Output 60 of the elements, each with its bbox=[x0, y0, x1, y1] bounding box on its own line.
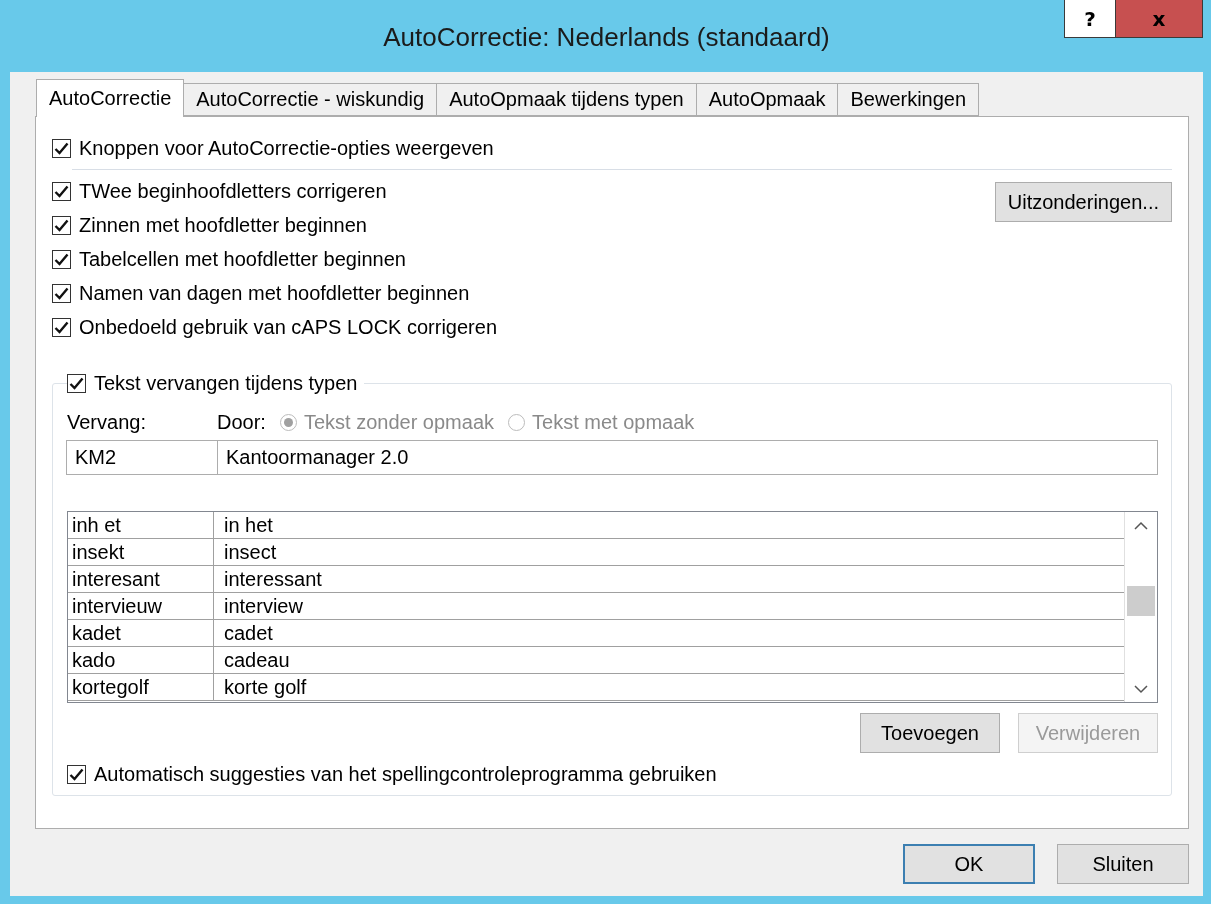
checkmark-icon bbox=[54, 286, 69, 300]
table-cell-text: korte golf bbox=[223, 675, 308, 700]
checkmark-icon bbox=[54, 320, 69, 334]
scroll-down-icon[interactable] bbox=[1134, 684, 1148, 694]
checkbox-label: TWee beginhoofdletters corrigeren bbox=[79, 179, 387, 203]
dialog-button[interactable]: OK bbox=[903, 844, 1035, 884]
checkbox-label: Namen van dagen met hoofdletter beginnen bbox=[79, 281, 470, 305]
table-cell: kortegolf bbox=[68, 674, 214, 700]
radio-label: Tekst met opmaak bbox=[532, 410, 695, 434]
table-cell-text: interview bbox=[223, 594, 304, 619]
help-button[interactable]: ? bbox=[1064, 0, 1116, 38]
table-cell: intervieuw bbox=[68, 593, 214, 619]
scroll-up-icon[interactable] bbox=[1134, 521, 1148, 531]
tab[interactable]: AutoCorrectie bbox=[36, 79, 185, 117]
field-label: Door: bbox=[217, 410, 266, 434]
tab[interactable]: AutoOpmaak bbox=[695, 83, 839, 116]
window-title: AutoCorrectie: Nederlands (standaard) bbox=[383, 22, 830, 53]
checkbox[interactable] bbox=[67, 373, 86, 393]
checkbox[interactable] bbox=[67, 764, 86, 784]
table-cell: interesant bbox=[68, 566, 214, 592]
with-field[interactable]: Kantoormanager 2.0 bbox=[217, 440, 1158, 475]
checkbox-label: Tabelcellen met hoofdletter beginnen bbox=[79, 247, 406, 271]
checkmark-icon bbox=[54, 252, 69, 266]
table-cell-text: cadeau bbox=[223, 648, 291, 673]
exceptions-button[interactable]: Uitzonderingen... bbox=[994, 182, 1172, 222]
scrollbar[interactable] bbox=[1124, 512, 1157, 702]
checkbox[interactable] bbox=[52, 317, 71, 337]
replace-field[interactable]: KM2 bbox=[66, 440, 218, 475]
close-button[interactable]: x bbox=[1115, 0, 1203, 38]
table-cell: kadet bbox=[68, 620, 214, 646]
table-cell-text: cadet bbox=[223, 621, 274, 646]
checkbox[interactable] bbox=[52, 181, 71, 201]
field-label: Vervang: bbox=[67, 410, 147, 434]
tab[interactable]: Bewerkingen bbox=[837, 83, 980, 116]
scroll-thumb[interactable] bbox=[1127, 586, 1155, 616]
table-cell-text: interessant bbox=[223, 567, 323, 592]
checkbox-label: Zinnen met hoofdletter beginnen bbox=[79, 213, 367, 237]
checkbox[interactable] bbox=[52, 249, 71, 269]
checkbox-label: Onbedoeld gebruik van cAPS LOCK corrigeren bbox=[79, 315, 497, 339]
table-cell: inh et bbox=[68, 512, 214, 538]
table-cell-text: insect bbox=[223, 540, 278, 565]
tab[interactable]: AutoCorrectie - wiskundig bbox=[183, 83, 438, 116]
dialog-button[interactable]: Sluiten bbox=[1057, 844, 1189, 884]
table-cell-text: in het bbox=[223, 513, 274, 538]
checkbox-label: Knoppen voor AutoCorrectie-opties weergeven bbox=[79, 136, 494, 160]
checkbox-label: Automatisch suggesties van het spellingcontroleprogramma gebruiken bbox=[94, 762, 717, 786]
checkmark-icon bbox=[54, 141, 69, 155]
tab[interactable]: AutoOpmaak tijdens typen bbox=[436, 83, 697, 116]
checkbox-label: Tekst vervangen tijdens typen bbox=[94, 371, 358, 395]
checkmark-icon bbox=[69, 767, 84, 781]
list-button[interactable]: Toevoegen bbox=[860, 713, 1000, 753]
checkmark-icon bbox=[69, 376, 84, 390]
checkbox[interactable] bbox=[52, 283, 71, 303]
table-cell: kado bbox=[68, 647, 214, 673]
checkbox[interactable] bbox=[52, 138, 71, 158]
checkmark-icon bbox=[54, 218, 69, 232]
table-cell: insekt bbox=[68, 539, 214, 565]
checkbox[interactable] bbox=[52, 215, 71, 235]
radio-label: Tekst zonder opmaak bbox=[303, 410, 494, 434]
checkmark-icon bbox=[54, 184, 69, 198]
